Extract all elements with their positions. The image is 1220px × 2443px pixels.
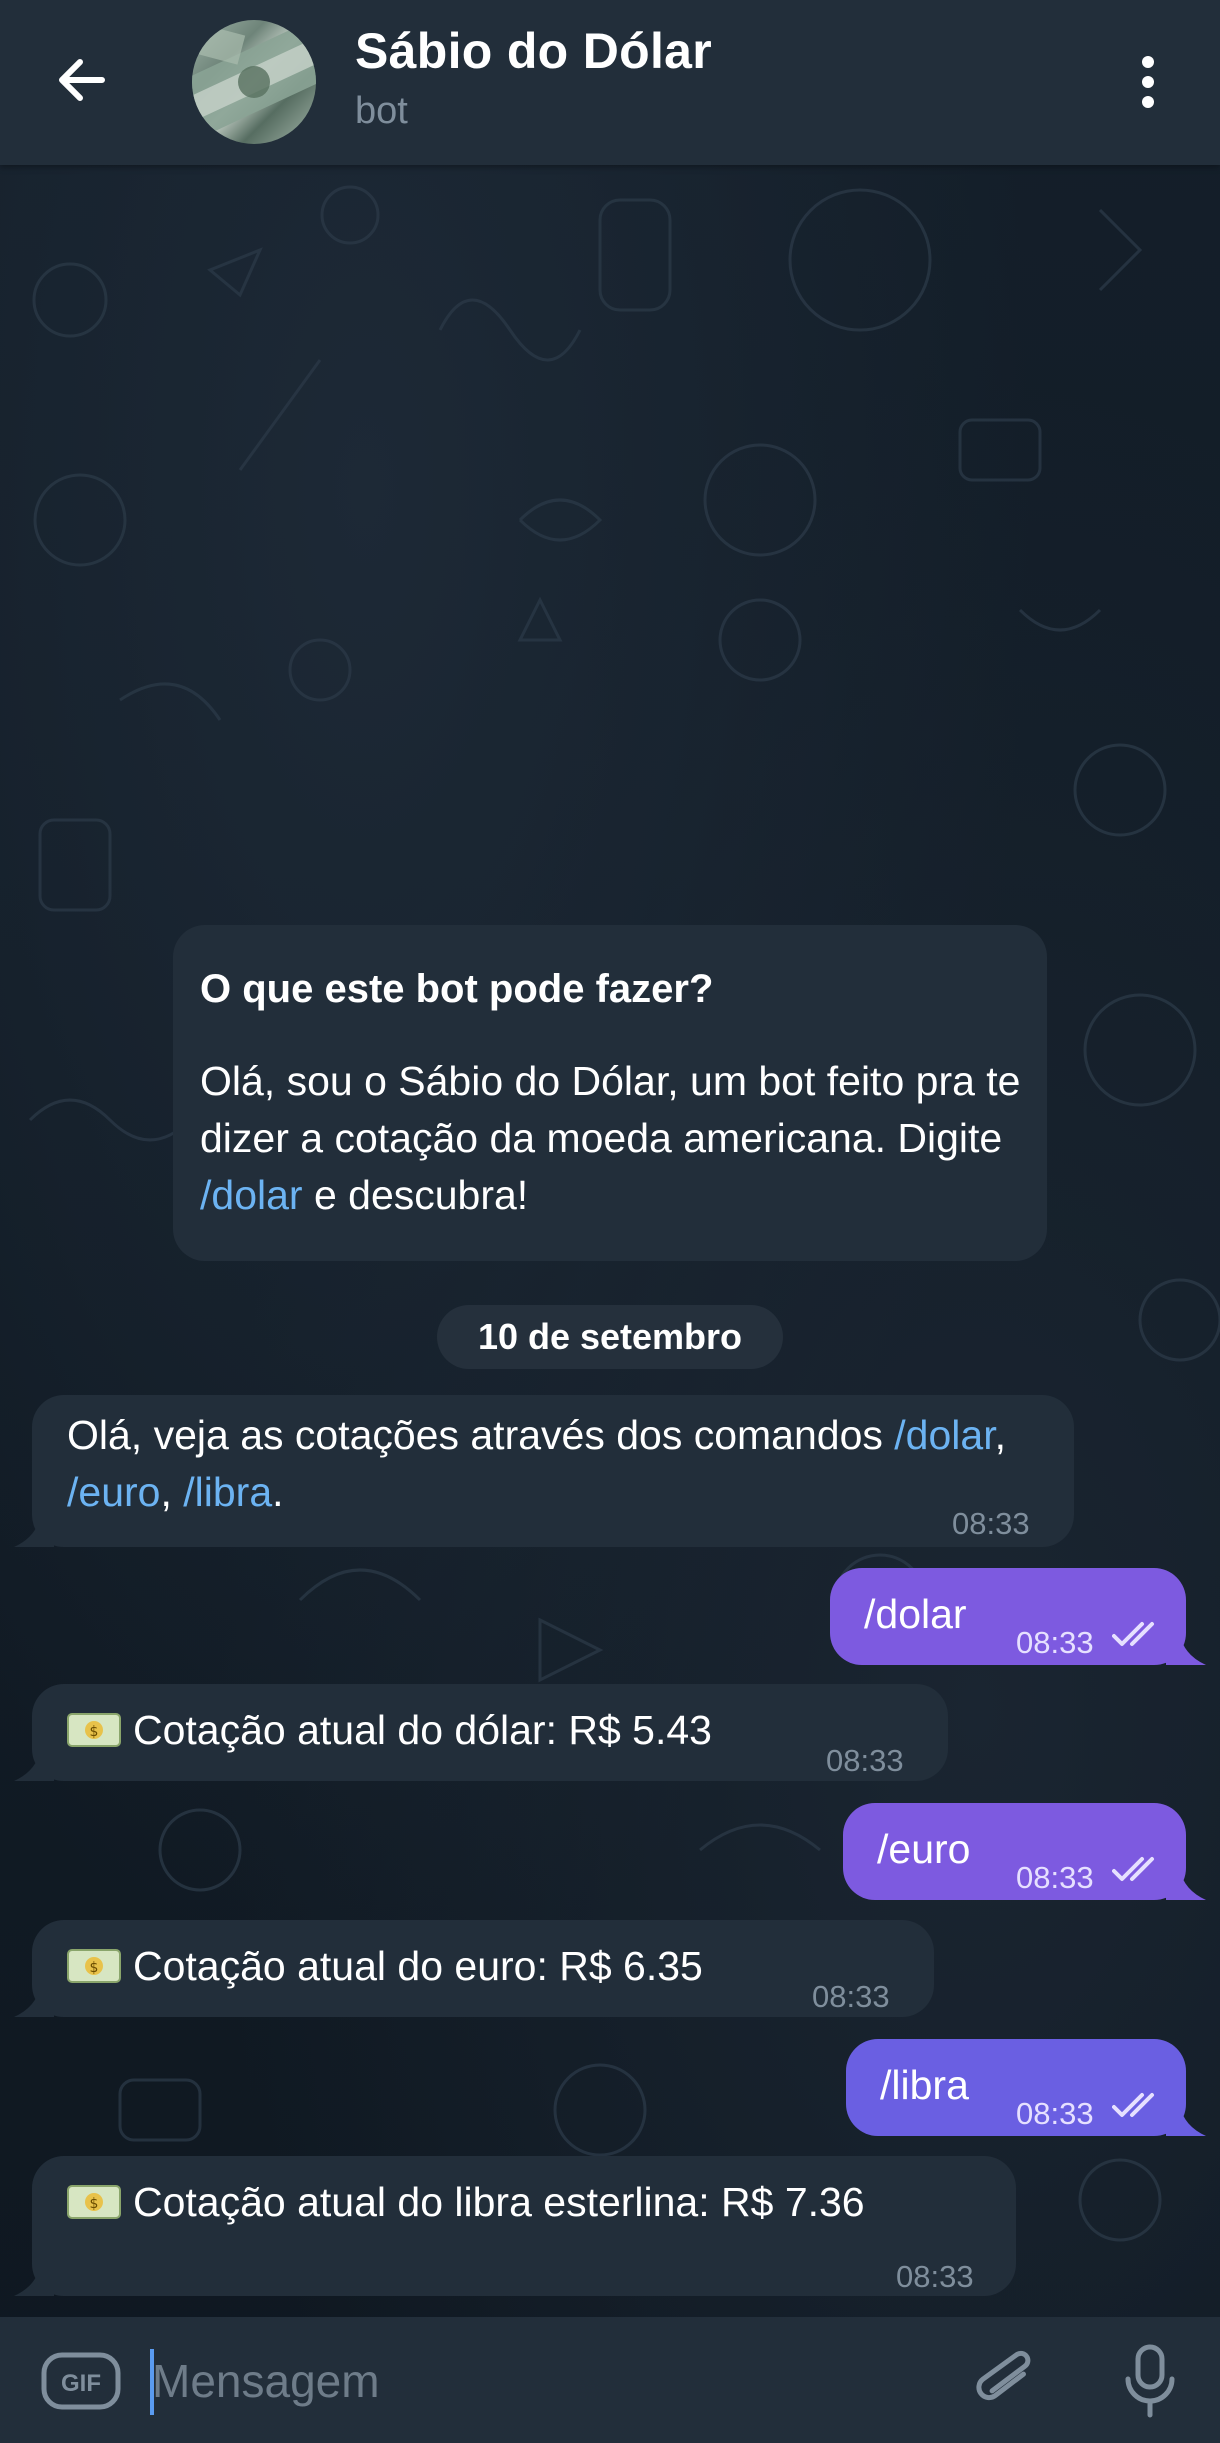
message-text: $ Cotação atual do euro: R$ 6.35 [67,1938,703,1995]
outgoing-message: /euro 08:33 [843,1803,1186,1900]
message-text: $ Cotação atual do libra esterlina: R$ 7.… [67,2174,865,2231]
bubble-tail [14,1517,54,1547]
message-text: $ Cotação atual do dólar: R$ 5.43 [67,1702,712,1759]
dolar-command-link[interactable]: /dolar [200,1172,303,1218]
message-text: /euro [877,1826,971,1872]
message-text: /dolar [864,1591,967,1637]
read-checkmarks-icon [1112,2093,1154,2117]
outgoing-message: /libra 08:33 [846,2039,1186,2136]
dolar-command-link[interactable]: /dolar [894,1412,994,1458]
avatar[interactable] [192,20,316,144]
date-separator: 10 de setembro [437,1305,783,1369]
message-text: /libra [880,2062,969,2108]
money-bill-icon: $ [67,1713,121,1747]
svg-text:$: $ [90,1960,99,1976]
more-options-icon[interactable] [1126,52,1170,112]
bubble-tail [14,1751,54,1781]
outgoing-message: /dolar 08:33 [830,1568,1186,1665]
bot-description-text: Olá, sou o Sábio do Dólar, um bot feito … [200,1058,1021,1218]
back-arrow-icon[interactable] [50,48,114,112]
bubble-tail [1166,1870,1206,1900]
incoming-message: $ Cotação atual do libra esterlina: R$ 7.… [32,2156,1016,2296]
chat-title: Sábio do Dólar [355,23,713,79]
bot-description-heading: O que este bot pode fazer? [200,967,714,1011]
message-input[interactable] [150,2341,934,2421]
read-checkmarks-icon [1112,1857,1154,1881]
chat-header: Sábio do Dólar bot [0,0,1220,165]
svg-text:$: $ [90,2196,99,2212]
message-time: 08:33 [1016,2096,1094,2131]
read-checkmarks-icon [1112,1622,1154,1646]
message-time: 08:33 [1016,1860,1094,1895]
bubble-tail [1166,1635,1206,1665]
bot-description-bubble: O que este bot pode fazer? Olá, sou o Sá… [173,925,1047,1261]
chat-subtitle: bot [355,90,408,132]
message-time: 08:33 [952,1506,1030,1541]
bubble-tail [1166,2106,1206,2136]
gif-icon[interactable]: GIF [40,2349,122,2413]
bubble-tail [14,1987,54,2017]
microphone-icon[interactable] [1118,2341,1182,2421]
libra-command-link[interactable]: /libra [183,1469,272,1515]
svg-text:GIF: GIF [61,2370,101,2397]
incoming-message: Olá, veja as cotações através dos comand… [32,1395,1074,1547]
money-bill-icon: $ [67,1949,121,1983]
svg-text:$: $ [90,1724,99,1740]
message-text: Olá, veja as cotações através dos comand… [67,1412,1006,1515]
bubble-tail [14,2266,54,2296]
attach-paperclip-icon[interactable] [970,2341,1040,2421]
message-composer: GIF [0,2317,1220,2443]
euro-command-link[interactable]: /euro [67,1469,160,1515]
money-bill-icon: $ [67,2185,121,2219]
message-time: 08:33 [896,2259,974,2294]
incoming-message: $ Cotação atual do dólar: R$ 5.43 08:33 [32,1684,948,1781]
incoming-message: $ Cotação atual do euro: R$ 6.35 08:33 [32,1920,934,2017]
message-time: 08:33 [826,1743,904,1778]
message-time: 08:33 [1016,1625,1094,1660]
message-time: 08:33 [812,1979,890,2014]
